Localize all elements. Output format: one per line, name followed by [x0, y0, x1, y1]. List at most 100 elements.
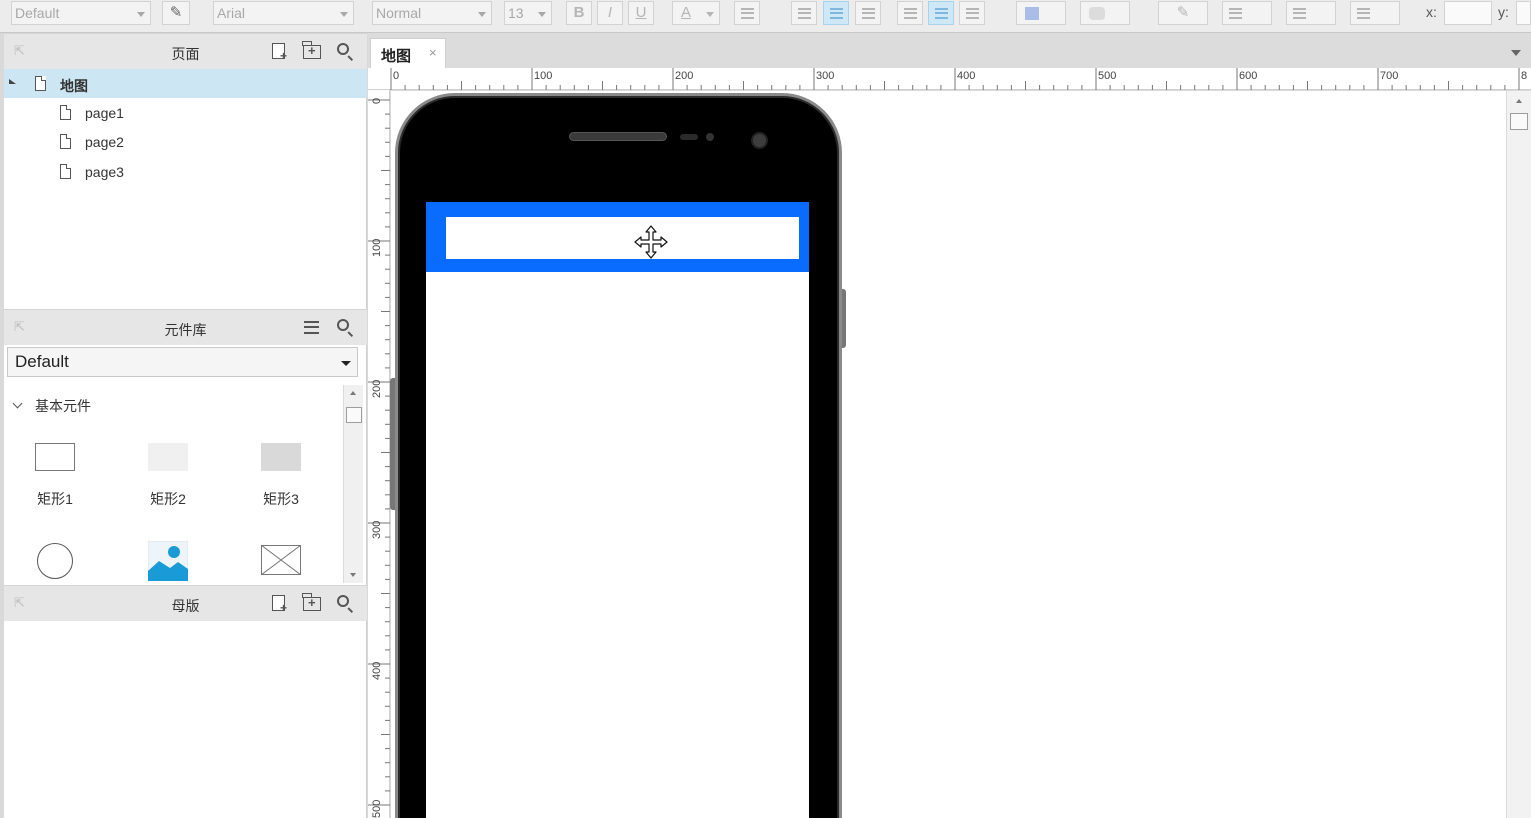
- search-library-button[interactable]: [335, 318, 355, 338]
- rectangle-icon: [261, 443, 301, 471]
- page-icon: [60, 164, 71, 179]
- page-tab[interactable]: 地图 ×: [370, 38, 446, 68]
- ruler-label: 100: [534, 70, 553, 82]
- widget-image[interactable]: [128, 541, 208, 581]
- widget-group-header[interactable]: 基本元件: [4, 396, 334, 416]
- ruler-label: 300: [371, 520, 383, 539]
- library-menu-button[interactable]: [302, 318, 322, 338]
- add-folder-button[interactable]: [302, 41, 322, 62]
- chevron-down-icon: [341, 361, 351, 366]
- ruler-label: 100: [371, 238, 383, 257]
- format-painter-icon[interactable]: ✎: [162, 1, 190, 25]
- align-right-icon: [862, 8, 875, 19]
- add-master-button[interactable]: [269, 594, 289, 614]
- tab-menu-icon[interactable]: [1511, 50, 1521, 56]
- style-dropdown-value: Default: [15, 5, 60, 21]
- ruler-label: 200: [675, 70, 694, 82]
- canvas-scrollbar[interactable]: [1506, 91, 1531, 818]
- search-masters-button[interactable]: [335, 594, 355, 614]
- vertical-ruler-ticks: [368, 99, 390, 806]
- ruler-label: 0: [371, 97, 383, 104]
- style-dropdown[interactable]: Default: [11, 1, 151, 25]
- search-pages-button[interactable]: [335, 42, 355, 62]
- line-style-button[interactable]: [1286, 1, 1336, 25]
- page-tree-root[interactable]: 地图: [4, 69, 367, 98]
- phone-sensor: [680, 134, 698, 140]
- search-icon: [337, 319, 349, 331]
- ruler-label: 200: [371, 379, 383, 398]
- underline-button[interactable]: U: [628, 1, 654, 25]
- page-tree-root-label: 地图: [60, 78, 88, 94]
- library-select[interactable]: Default: [7, 347, 358, 377]
- page-tree-item-label: page3: [85, 164, 124, 180]
- page-tab-label: 地图: [381, 48, 412, 65]
- line-style-icon: [1293, 8, 1306, 19]
- line-color-button[interactable]: ✎: [1158, 1, 1208, 25]
- scroll-up-icon[interactable]: [1516, 99, 1522, 103]
- left-panel: ⇱ 页面 地图 page1 page2 page3 ⇱ 元件库 Default …: [4, 33, 367, 818]
- ruler-label: 8: [1521, 70, 1528, 82]
- phone-screen[interactable]: [426, 202, 809, 818]
- chevron-down-icon: [478, 12, 486, 17]
- vertical-ruler: 0 100 200 300 400 500: [368, 90, 390, 818]
- page-tree-item[interactable]: page3: [4, 157, 367, 186]
- phone-speaker: [569, 132, 667, 141]
- phone-camera-icon: [751, 132, 768, 149]
- ruler-label: 500: [1098, 70, 1117, 82]
- align-middle-button[interactable]: [928, 1, 954, 25]
- page-tree-item[interactable]: page1: [4, 98, 367, 127]
- widget-rectangle-3[interactable]: 矩形3: [241, 443, 321, 513]
- move-cursor-icon: [634, 225, 668, 259]
- y-input[interactable]: [1516, 1, 1531, 25]
- arrow-style-icon: [1357, 8, 1370, 19]
- font-family-dropdown[interactable]: Arial: [213, 1, 354, 25]
- widget-rectangle-1[interactable]: 矩形1: [15, 443, 95, 513]
- align-bottom-button[interactable]: [959, 1, 985, 25]
- page-tree-item-label: page2: [85, 134, 124, 150]
- font-color-button[interactable]: A: [672, 1, 720, 25]
- shadow-button[interactable]: [1080, 1, 1130, 25]
- align-right-button[interactable]: [855, 1, 881, 25]
- widget-ellipse[interactable]: [15, 543, 95, 583]
- align-middle-icon: [935, 8, 948, 19]
- library-scrollbar[interactable]: [343, 385, 363, 583]
- widget-label: 矩形2: [150, 491, 186, 507]
- x-input[interactable]: [1444, 1, 1492, 25]
- scroll-up-icon[interactable]: [350, 391, 356, 395]
- align-top-button[interactable]: [897, 1, 923, 25]
- font-weight-dropdown[interactable]: Normal: [372, 1, 492, 25]
- page-tab-strip: 地图 ×: [368, 33, 1531, 68]
- page-icon: [35, 76, 46, 91]
- widget-rectangle-2[interactable]: 矩形2: [128, 443, 208, 513]
- expand-triangle-icon[interactable]: [9, 79, 16, 84]
- chevron-down-icon: [706, 12, 714, 17]
- fill-color-button[interactable]: [1016, 1, 1066, 25]
- page-tree-item[interactable]: page2: [4, 127, 367, 156]
- line-width-button[interactable]: [1222, 1, 1272, 25]
- chevron-down-icon: [538, 12, 546, 17]
- align-center-button[interactable]: [823, 1, 849, 25]
- font-weight-value: Normal: [376, 5, 422, 21]
- shadow-icon: [1089, 7, 1105, 20]
- arrow-style-button[interactable]: [1350, 1, 1400, 25]
- add-master-folder-button[interactable]: [302, 593, 322, 614]
- scrollbar-thumb[interactable]: [1510, 113, 1528, 130]
- widget-label: 矩形3: [263, 491, 299, 507]
- add-folder-icon: [302, 41, 321, 59]
- close-icon[interactable]: ×: [429, 45, 437, 60]
- widget-placeholder[interactable]: [241, 545, 321, 585]
- header-white-box[interactable]: [446, 217, 799, 259]
- add-folder-icon: [302, 593, 321, 611]
- image-icon: [148, 541, 188, 581]
- add-page-button[interactable]: [269, 42, 289, 62]
- align-left-button[interactable]: [791, 1, 817, 25]
- scrollbar-thumb[interactable]: [346, 407, 362, 423]
- bold-button[interactable]: B: [566, 1, 592, 25]
- font-size-dropdown[interactable]: 13: [504, 1, 552, 25]
- bullet-list-button[interactable]: [734, 1, 760, 25]
- italic-button[interactable]: I: [597, 1, 623, 25]
- x-label: x:: [1426, 4, 1437, 20]
- scroll-down-icon[interactable]: [350, 573, 356, 577]
- font-family-value: Arial: [217, 5, 246, 21]
- rectangle-icon: [35, 443, 75, 471]
